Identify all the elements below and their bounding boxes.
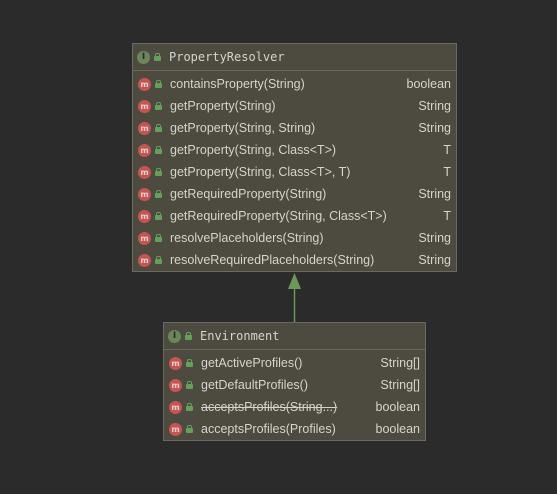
property-resolver-header: I PropertyResolver: [133, 44, 456, 71]
lock-icon: [155, 190, 162, 198]
method-name: getProperty(String): [170, 99, 276, 113]
method-return-type: boolean: [406, 77, 452, 91]
method-return-type: T: [443, 209, 451, 223]
property-resolver-methods: m containsProperty(String) boolean m getProp…: [133, 71, 456, 271]
method-name: acceptsProfiles(String...): [201, 400, 338, 414]
method-name: resolveRequiredPlaceholders(String): [170, 253, 375, 267]
method-name: getRequiredProperty(String, Class<T>): [170, 209, 387, 223]
method-name: getRequiredProperty(String): [170, 187, 327, 201]
method-name: getActiveProfiles(): [201, 356, 303, 370]
method-row[interactable]: m containsProperty(String) boolean: [133, 73, 456, 95]
method-return-type: String: [418, 231, 451, 245]
environment-title: Environment: [200, 329, 280, 343]
method-row[interactable]: m getProperty(String, Class<T>) T: [133, 139, 456, 161]
method-icon: m: [138, 99, 151, 113]
method-row[interactable]: m acceptsProfiles(Profiles) boolean: [164, 418, 425, 440]
method-row[interactable]: m getDefaultProfiles() String[]: [164, 374, 425, 396]
method-name: getDefaultProfiles(): [201, 378, 308, 392]
lock-icon: [155, 256, 162, 264]
lock-icon: [155, 234, 162, 242]
method-name: containsProperty(String): [170, 77, 305, 91]
method-icon: m: [138, 77, 151, 91]
method-return-type: String: [418, 121, 451, 135]
method-icon: m: [138, 121, 151, 135]
lock-icon: [186, 403, 193, 411]
method-icon: m: [138, 209, 151, 223]
method-return-type: T: [443, 165, 451, 179]
interface-icon: I: [168, 329, 181, 343]
lock-icon: [155, 102, 162, 110]
method-return-type: String: [418, 253, 451, 267]
environment-header: I Environment: [164, 323, 425, 350]
method-icon: m: [138, 187, 151, 201]
lock-icon: [155, 212, 162, 220]
method-name: getProperty(String, Class<T>, T): [170, 165, 351, 179]
lock-icon: [185, 332, 192, 340]
method-return-type: boolean: [375, 400, 421, 414]
environment-methods: m getActiveProfiles() String[] m getDefaultP…: [164, 350, 425, 440]
lock-icon: [155, 146, 162, 154]
method-return-type: String: [418, 187, 451, 201]
method-icon: m: [138, 231, 151, 245]
method-return-type: String: [418, 99, 451, 113]
lock-icon: [155, 168, 162, 176]
method-return-type: String[]: [380, 378, 420, 392]
property-resolver-title: PropertyResolver: [169, 50, 285, 64]
lock-icon: [186, 381, 193, 389]
inheritance-arrow-head: [288, 273, 301, 289]
method-return-type: boolean: [375, 422, 421, 436]
method-icon: m: [138, 165, 151, 179]
environment-interface[interactable]: I Environment m getActiveProfiles() String…: [163, 322, 426, 441]
method-icon: m: [138, 253, 151, 267]
lock-icon: [154, 53, 161, 61]
method-row[interactable]: m acceptsProfiles(String...) boolean: [164, 396, 425, 418]
method-name: getProperty(String, String): [170, 121, 316, 135]
method-row[interactable]: m resolvePlaceholders(String) String: [133, 227, 456, 249]
lock-icon: [186, 359, 193, 367]
method-name: resolvePlaceholders(String): [170, 231, 324, 245]
method-name: acceptsProfiles(Profiles): [201, 422, 336, 436]
property-resolver-interface[interactable]: I PropertyResolver m containsProperty(Str…: [132, 43, 457, 272]
lock-icon: [155, 124, 162, 132]
lock-icon: [155, 80, 162, 88]
method-row[interactable]: m getRequiredProperty(String) String: [133, 183, 456, 205]
method-row[interactable]: m resolveRequiredPlaceholders(String) Stri…: [133, 249, 456, 271]
method-return-type: T: [443, 143, 451, 157]
method-icon: m: [169, 356, 182, 370]
method-icon: m: [138, 143, 151, 157]
method-row[interactable]: m getProperty(String, String) String: [133, 117, 456, 139]
method-name: getProperty(String, Class<T>): [170, 143, 337, 157]
method-icon: m: [169, 422, 182, 436]
method-icon: m: [169, 378, 182, 392]
method-icon: m: [169, 400, 182, 414]
method-return-type: String[]: [380, 356, 420, 370]
method-row[interactable]: m getProperty(String) String: [133, 95, 456, 117]
method-row[interactable]: m getActiveProfiles() String[]: [164, 352, 425, 374]
lock-icon: [186, 425, 193, 433]
method-row[interactable]: m getRequiredProperty(String, Class<T>) T: [133, 205, 456, 227]
interface-icon: I: [137, 50, 150, 64]
method-row[interactable]: m getProperty(String, Class<T>, T) T: [133, 161, 456, 183]
